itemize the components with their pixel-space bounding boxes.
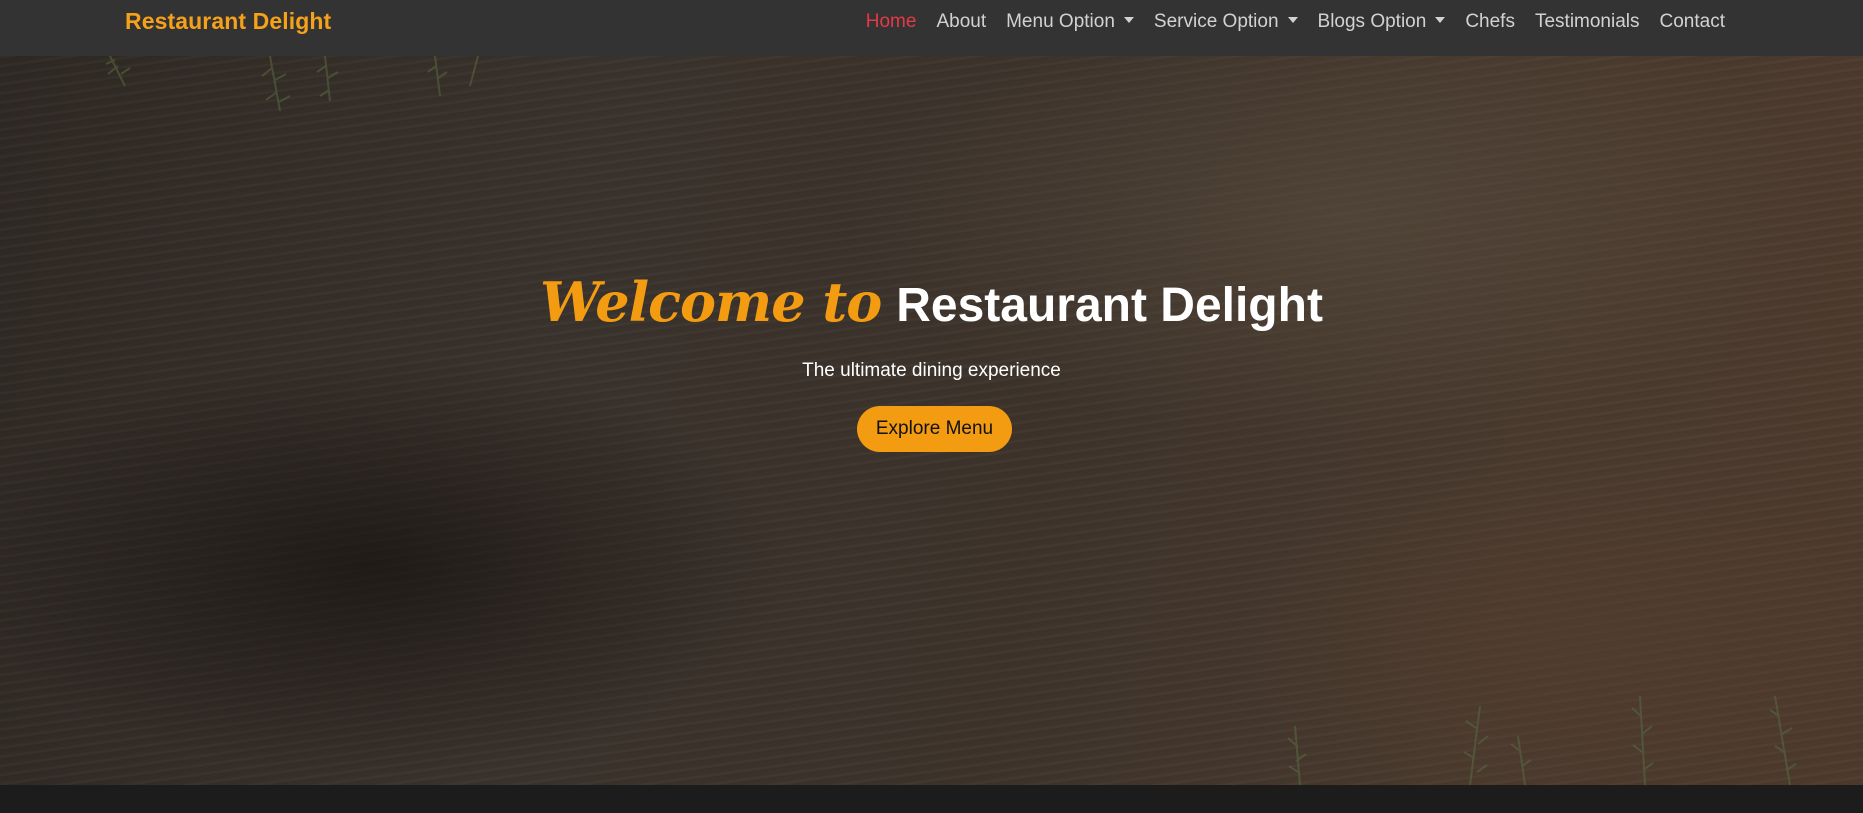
nav-item-label: Menu Option bbox=[1006, 11, 1115, 32]
caret-down-icon bbox=[1287, 17, 1298, 23]
nav-item-chefs[interactable]: Chefs bbox=[1455, 0, 1525, 44]
nav-item-service-option[interactable]: Service Option bbox=[1144, 0, 1308, 44]
explore-menu-button[interactable]: Explore Menu bbox=[857, 406, 1012, 452]
nav-item-label: Home bbox=[865, 11, 917, 32]
hero-subtitle: The ultimate dining experience bbox=[802, 360, 1061, 381]
nav-item-contact[interactable]: Contact bbox=[1650, 0, 1735, 44]
hero-section: Welcome to Restaurant Delight The ultima… bbox=[0, 56, 1863, 785]
hero-title: Welcome to Restaurant Delight bbox=[0, 270, 1863, 334]
footer-strip bbox=[0, 785, 1863, 813]
nav-item-label: Testimonials bbox=[1534, 11, 1640, 32]
nav-item-label: Chefs bbox=[1465, 11, 1515, 32]
nav-item-testimonials[interactable]: Testimonials bbox=[1525, 0, 1650, 44]
brand-logo-link[interactable]: Restaurant Delight bbox=[125, 8, 331, 35]
caret-down-icon bbox=[1123, 17, 1134, 23]
nav-item-home[interactable]: Home bbox=[856, 0, 927, 44]
nav-item-label: About bbox=[936, 11, 987, 32]
navbar: Restaurant Delight Home About Menu Optio… bbox=[0, 0, 1863, 56]
nav-item-label: Blogs Option bbox=[1317, 11, 1427, 32]
nav-item-about[interactable]: About bbox=[926, 0, 996, 44]
nav-item-menu-option[interactable]: Menu Option bbox=[996, 0, 1144, 44]
nav-item-blogs-option[interactable]: Blogs Option bbox=[1308, 0, 1456, 44]
nav-item-label: Contact bbox=[1659, 11, 1725, 32]
hero-welcome-script: Welcome to bbox=[540, 270, 882, 334]
caret-down-icon bbox=[1435, 17, 1446, 23]
hero-title-main: Restaurant Delight bbox=[896, 279, 1323, 332]
nav-item-label: Service Option bbox=[1153, 11, 1279, 32]
nav-links: Home About Menu Option Service Option Bl… bbox=[856, 0, 1735, 44]
